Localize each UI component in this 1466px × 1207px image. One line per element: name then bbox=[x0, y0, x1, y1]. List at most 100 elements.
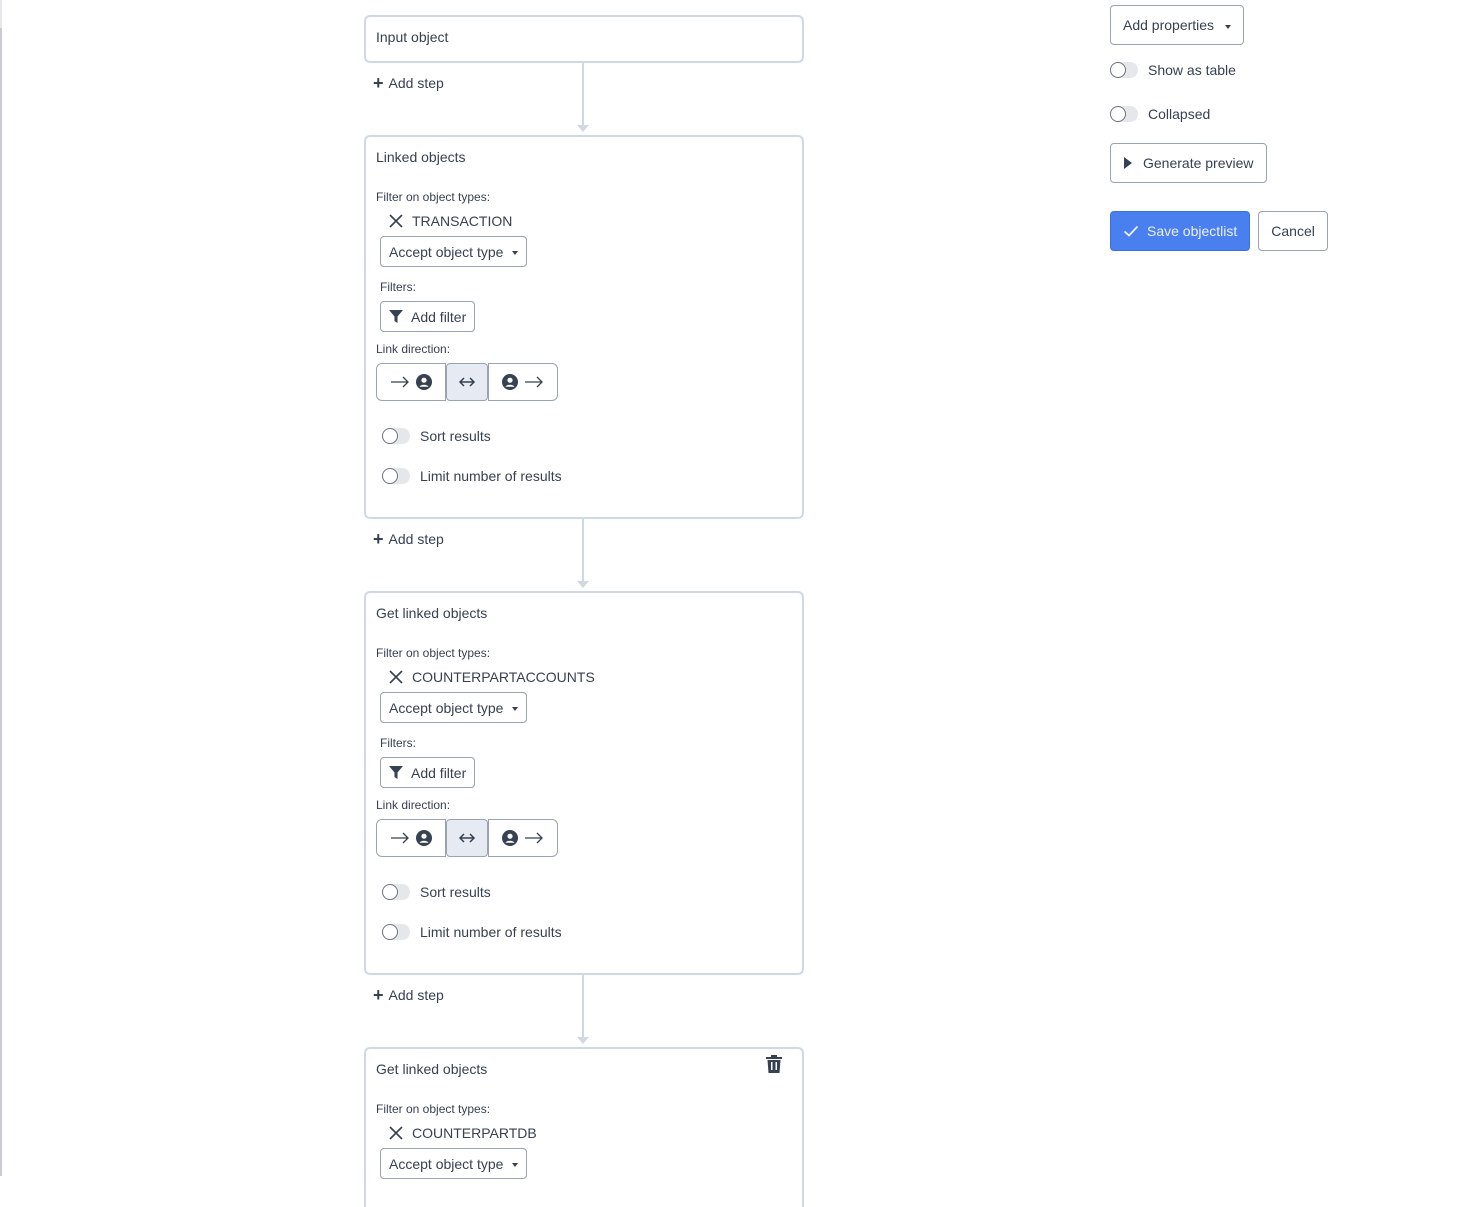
arrow-left-right-icon bbox=[458, 833, 476, 843]
object-type-tag: TRANSACTION bbox=[388, 210, 792, 232]
collapsed-toggle[interactable] bbox=[1110, 106, 1138, 122]
accept-object-type-dropdown[interactable]: Accept object type bbox=[380, 692, 528, 723]
direction-incoming-button[interactable] bbox=[376, 363, 446, 401]
left-edge-divider bbox=[0, 0, 2, 1176]
cancel-button[interactable]: Cancel bbox=[1258, 211, 1328, 251]
sort-results-label: Sort results bbox=[420, 428, 491, 444]
card-title: Get linked objects bbox=[376, 1061, 488, 1077]
sort-results-row: Sort results bbox=[382, 882, 792, 902]
sort-results-toggle[interactable] bbox=[382, 428, 410, 444]
add-step-button[interactable]: + Add step bbox=[373, 529, 444, 549]
limit-results-row: Limit number of results bbox=[382, 466, 792, 486]
filter-object-types-label: Filter on object types: bbox=[376, 190, 491, 204]
direction-outgoing-button[interactable] bbox=[488, 363, 558, 401]
connector-line bbox=[582, 975, 584, 1041]
add-step-label: Add step bbox=[388, 531, 444, 547]
save-objectlist-button[interactable]: Save objectlist bbox=[1110, 211, 1251, 251]
play-icon bbox=[1124, 157, 1132, 169]
add-step-button[interactable]: + Add step bbox=[373, 985, 444, 1005]
arrow-down-icon bbox=[577, 581, 589, 588]
save-label: Save objectlist bbox=[1147, 223, 1238, 239]
link-direction-label: Link direction: bbox=[376, 798, 451, 812]
arrow-right-icon bbox=[391, 832, 409, 844]
remove-icon[interactable] bbox=[388, 213, 404, 229]
limit-results-label: Limit number of results bbox=[420, 924, 562, 940]
step-card-get-linked-objects: Get linked objects Filter on object type… bbox=[364, 591, 804, 975]
add-step-label: Add step bbox=[388, 75, 444, 91]
add-step-label: Add step bbox=[388, 987, 444, 1003]
add-properties-dropdown[interactable]: Add properties bbox=[1110, 5, 1245, 45]
pipeline-flow: Input object + Add step Linked objects F… bbox=[364, 15, 804, 1207]
step-card-linked-objects: Linked objects Filter on object types: T… bbox=[364, 135, 804, 519]
sort-results-label: Sort results bbox=[420, 884, 491, 900]
filters-label: Filters: bbox=[380, 280, 416, 294]
sort-results-toggle[interactable] bbox=[382, 884, 410, 900]
direction-both-button[interactable] bbox=[446, 363, 488, 401]
cancel-label: Cancel bbox=[1271, 223, 1315, 239]
limit-results-toggle[interactable] bbox=[382, 924, 410, 940]
user-circle-icon bbox=[416, 830, 432, 846]
remove-icon[interactable] bbox=[388, 1125, 404, 1141]
object-type-name: TRANSACTION bbox=[412, 213, 513, 229]
action-row: Save objectlist Cancel bbox=[1110, 211, 1328, 251]
direction-both-button[interactable] bbox=[446, 819, 488, 857]
trash-icon[interactable] bbox=[766, 1055, 782, 1073]
limit-results-label: Limit number of results bbox=[420, 468, 562, 484]
show-as-table-toggle[interactable] bbox=[1110, 62, 1138, 78]
object-type-tag: COUNTERPARTACCOUNTS bbox=[388, 666, 792, 688]
add-filter-label: Add filter bbox=[411, 764, 467, 781]
step-connector: + Add step bbox=[364, 975, 804, 1047]
options-panel: Add properties Show as table Collapsed G… bbox=[1110, 5, 1328, 251]
sort-results-row: Sort results bbox=[382, 426, 792, 446]
input-object-card[interactable]: Input object bbox=[364, 15, 804, 63]
step-connector: + Add step bbox=[364, 63, 804, 135]
filter-object-types-label: Filter on object types: bbox=[376, 646, 491, 660]
caret-down-icon bbox=[512, 1163, 519, 1167]
filters-label: Filters: bbox=[380, 736, 416, 750]
step-connector: + Add step bbox=[364, 519, 804, 591]
generate-preview-button[interactable]: Generate preview bbox=[1110, 143, 1267, 183]
arrow-left-right-icon bbox=[458, 377, 476, 387]
filter-icon bbox=[389, 765, 403, 779]
caret-down-icon bbox=[512, 707, 519, 711]
collapsed-row: Collapsed bbox=[1110, 104, 1328, 124]
limit-results-toggle[interactable] bbox=[382, 468, 410, 484]
add-properties-label: Add properties bbox=[1123, 17, 1215, 33]
dropdown-label: Accept object type bbox=[389, 243, 504, 260]
object-type-name: COUNTERPARTACCOUNTS bbox=[412, 669, 595, 685]
add-filter-button[interactable]: Add filter bbox=[380, 757, 476, 788]
add-step-button[interactable]: + Add step bbox=[373, 73, 444, 93]
accept-object-type-dropdown[interactable]: Accept object type bbox=[380, 236, 528, 267]
object-type-tag: COUNTERPARTDB bbox=[388, 1122, 792, 1144]
add-filter-label: Add filter bbox=[411, 308, 467, 325]
dropdown-label: Accept object type bbox=[389, 1155, 504, 1172]
user-circle-icon bbox=[502, 830, 518, 846]
arrow-right-icon bbox=[525, 376, 543, 388]
step-card-get-linked-objects: Get linked objects Filter on object type… bbox=[364, 1047, 804, 1207]
connector-line bbox=[582, 519, 584, 585]
link-direction-group bbox=[376, 363, 792, 401]
direction-incoming-button[interactable] bbox=[376, 819, 446, 857]
collapsed-label: Collapsed bbox=[1148, 106, 1211, 122]
caret-down-icon bbox=[512, 251, 519, 255]
card-title: Input object bbox=[376, 29, 449, 45]
remove-icon[interactable] bbox=[388, 669, 404, 685]
add-filter-button[interactable]: Add filter bbox=[380, 301, 476, 332]
plus-icon: + bbox=[373, 73, 384, 93]
arrow-down-icon bbox=[577, 1037, 589, 1044]
direction-outgoing-button[interactable] bbox=[488, 819, 558, 857]
check-icon bbox=[1123, 225, 1139, 237]
plus-icon: + bbox=[373, 985, 384, 1005]
accept-object-type-dropdown[interactable]: Accept object type bbox=[380, 1148, 528, 1179]
user-circle-icon bbox=[416, 374, 432, 390]
link-direction-label: Link direction: bbox=[376, 342, 451, 356]
filter-icon bbox=[389, 309, 403, 323]
user-circle-icon bbox=[502, 374, 518, 390]
card-title: Linked objects bbox=[376, 149, 466, 165]
limit-results-row: Limit number of results bbox=[382, 922, 792, 942]
caret-down-icon bbox=[1225, 24, 1232, 29]
arrow-right-icon bbox=[391, 376, 409, 388]
link-direction-group bbox=[376, 819, 792, 857]
object-type-name: COUNTERPARTDB bbox=[412, 1125, 537, 1141]
plus-icon: + bbox=[373, 529, 384, 549]
